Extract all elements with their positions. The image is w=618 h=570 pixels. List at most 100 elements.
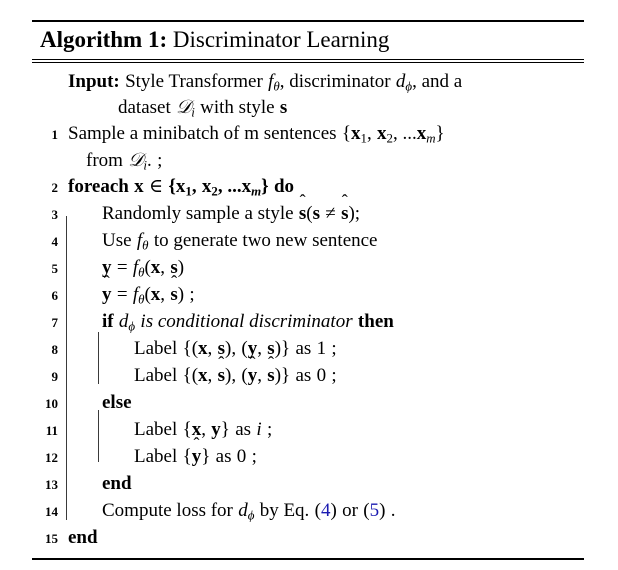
randomly-sample-text: Randomly sample a style [102,202,294,224]
line-2-content: foreach x ∈ {x1, x2, ...xm} do [68,175,295,199]
as-text: as [235,418,252,440]
x-symbol: x [416,122,427,144]
d-symbol: d [395,70,406,92]
line-7-content: if dϕ is conditional discriminator then [58,309,584,335]
not-equal-icon: ≠ [325,202,336,224]
algorithm-line-3: 3 Randomly sample a stylês(s≠̂s); [32,201,584,228]
semicolon: ; [266,418,273,440]
semicolon: ; [251,445,257,467]
from-text: from [86,149,123,171]
by-eq-text: by Eq. [259,499,310,521]
line-number-blank [32,69,58,70]
x-symbol: x [175,175,186,197]
label-value: 0 [316,364,327,386]
equation-reference-5[interactable]: 5 [370,500,380,521]
s-hat-symbol: ̂s [170,283,178,305]
end-keyword: end [102,472,132,494]
equation-reference-4[interactable]: 4 [321,500,331,521]
line-number: 2 [51,179,59,195]
line-1-continued-content: from 𝒟i.; [58,148,584,174]
d-symbol: d [118,310,129,332]
s-symbol: s [312,202,321,224]
line-number: 14 [45,503,58,519]
line-12-content: Label{̂y}as0; [58,444,584,470]
line-5-content: y = fθ(x, s) [102,256,185,280]
style-symbol: s [279,96,288,118]
line-number: 3 [51,206,59,222]
input-line-2-content: dataset 𝒟i with style s [58,95,584,121]
x-index-m: m [426,130,436,146]
label-value: 1 [316,337,327,359]
line-9-content: Label{(x,̂s),(̂y,̂s)}as0; [58,363,584,389]
label-value: 0 [236,445,247,467]
theta-subscript: θ [138,291,145,307]
x-symbol: x [198,337,208,359]
s-hat-symbol: ̂s [298,202,307,224]
x-symbol: x [150,256,161,278]
algorithm-line-12: 12 Label{̂y}as0; [32,444,584,471]
theta-subscript: θ [142,237,149,253]
compute-loss-text: Compute loss for [102,499,233,521]
algorithm-line-15: 15 end [32,525,584,552]
y-symbol: y [247,337,258,359]
line-number: 6 [51,287,59,303]
as-text: as [295,337,312,359]
dataset-symbol: 𝒟 [176,96,192,118]
end-keyword: end [68,526,98,548]
line-10-content: else [58,390,584,416]
algorithm-title: Algorithm 1: Discriminator Learning [32,22,584,59]
line-number-blank [32,148,58,149]
line-6-content: ̂y=fθ(x,̂s); [102,283,195,307]
y-hat-symbol: ̂y [247,364,258,386]
s-hat-symbol: ̂s [267,364,275,386]
x-symbol: x [241,175,252,197]
label-text: Label [134,445,178,467]
line-number: 10 [45,395,58,411]
x-symbol: x [150,283,161,305]
x-symbol: x [201,175,212,197]
input-label: Input: [68,70,120,92]
x-index-1: 1 [360,130,367,146]
y-symbol: y [211,418,221,440]
input-line-1: Input: Style Transformer fθ, discriminator… [32,69,584,95]
label-value: i [256,418,262,440]
sample-text: Sample a minibatch of m sentences [68,122,337,144]
line-number: 11 [45,422,58,438]
line-number: 7 [51,314,59,330]
line-number: 1 [51,126,59,142]
line-8-content: Label {(x, s), (y, s)} as 1; [134,337,337,359]
line-number: 13 [45,476,58,492]
with-style-text: with style [200,96,275,118]
do-keyword: do [273,175,295,197]
bottom-rule [32,557,584,560]
if-keyword: if [102,310,114,332]
line-number: 12 [45,449,58,465]
algorithm-line-9: 9 Label{(x,̂s),(̂y,̂s)}as0; [32,363,584,390]
y-symbol: y [102,256,112,278]
semicolon: ; [157,149,163,171]
line-number: 8 [51,341,59,357]
algorithm-line-6: 6 ̂y=fθ(x,̂s); [32,282,584,309]
semicolon: ; [331,364,337,386]
algorithm-line-14: 14 Compute loss for dϕ by Eq. (4) or (5). [32,498,584,525]
x-index-m: m [251,183,262,199]
as-text: as [295,364,312,386]
foreach-keyword: foreach [68,175,129,197]
d-symbol: d [238,499,248,521]
dataset-symbol: 𝒟 [128,149,144,171]
x-index-2: 2 [386,130,393,146]
to-generate-text: to generate two new sentence [153,229,378,251]
algorithm-line-10: 10 else [32,390,584,417]
line-4-content: Use fθ to generate two new sentence [58,228,584,254]
line-15-content: end [58,525,584,551]
label-text: Label [134,364,178,386]
period: . [390,499,396,521]
as-text: as [215,445,232,467]
x-symbol: x [134,175,144,197]
line-number: 9 [51,368,59,384]
s-hat-symbol: ̂s [217,364,225,386]
dataset-text: dataset [118,96,171,118]
s-symbol: s [217,337,225,359]
then-keyword: then [357,310,394,332]
semicolon: ; [189,283,195,305]
